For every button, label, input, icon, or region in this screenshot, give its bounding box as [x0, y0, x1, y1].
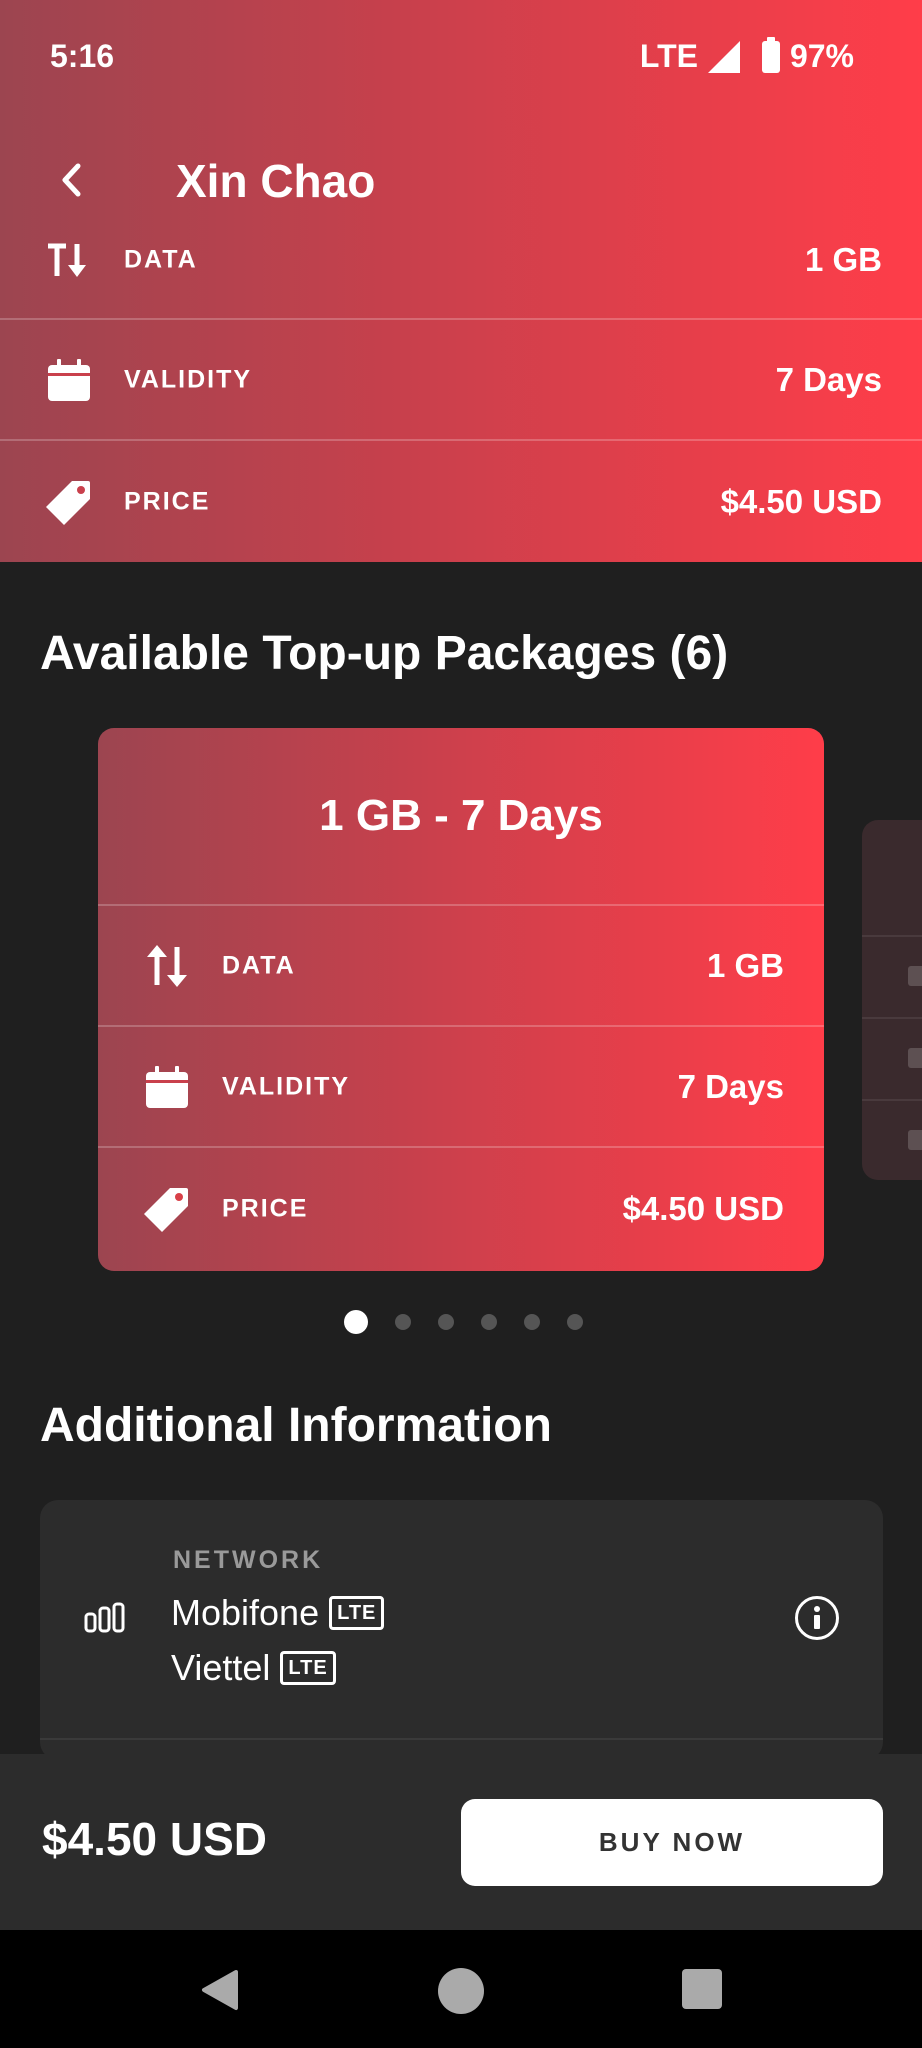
carousel-dot[interactable]	[566, 1314, 583, 1330]
status-time: 5:16	[50, 38, 115, 74]
divider	[40, 1738, 883, 1740]
network-info-card: NETWORK Mobifone LTE Viettel LTE	[40, 1500, 883, 1760]
signal-icon	[707, 40, 740, 73]
info-icon	[814, 1606, 820, 1629]
system-nav-bar	[0, 1930, 922, 2048]
summary-label-data: DATA	[124, 245, 198, 274]
summary-label-price: PRICE	[124, 487, 211, 515]
summary-row-data: DATA 1 GB	[0, 198, 922, 320]
package-row-price: PRICE $4.50 USD	[98, 1148, 824, 1269]
next-package-card[interactable]	[862, 820, 922, 1180]
lte-badge: LTE	[329, 1596, 385, 1630]
package-label-price: PRICE	[222, 1194, 309, 1222]
price-tag-icon	[44, 477, 94, 527]
checkout-bar: $4.50 USD BUY NOW	[0, 1754, 922, 1930]
price-tag-icon	[142, 1184, 192, 1234]
data-transfer-icon	[142, 941, 192, 991]
network-label: NETWORK	[173, 1546, 324, 1574]
lte-badge: LTE	[280, 1651, 336, 1685]
carousel-dot[interactable]	[480, 1314, 497, 1330]
status-indicators: LTE 97%	[639, 36, 854, 75]
carousel-dot[interactable]	[394, 1314, 411, 1330]
carousel-dot[interactable]	[343, 1310, 368, 1334]
summary-row-validity: VALIDITY 7 Days	[0, 320, 922, 441]
carousel-pagination	[0, 1310, 922, 1334]
plan-header: 5:16 LTE 97% Xin Chao DATA 1 GB VALIDITY…	[0, 0, 922, 562]
package-row-data: DATA 1 GB	[98, 906, 824, 1027]
network-type: LTE	[639, 38, 698, 74]
buy-now-button[interactable]: BUY NOW	[461, 1799, 883, 1886]
carousel-dot[interactable]	[437, 1314, 454, 1330]
nav-back-icon[interactable]	[200, 1968, 240, 2012]
network-info-button[interactable]	[795, 1596, 839, 1640]
calendar-icon	[44, 355, 94, 405]
package-title: 1 GB - 7 Days	[98, 728, 824, 906]
network-operator: Mobifone LTE	[171, 1592, 385, 1634]
packages-heading: Available Top-up Packages (6)	[40, 627, 729, 680]
additional-info-heading: Additional Information	[40, 1399, 552, 1452]
network-bars-icon	[84, 1602, 125, 1633]
package-value-data: 1 GB	[706, 946, 784, 984]
carousel-dot[interactable]	[523, 1314, 540, 1330]
package-value-validity: 7 Days	[677, 1067, 784, 1105]
network-operator: Viettel LTE	[171, 1647, 336, 1689]
battery-level: 97%	[789, 38, 854, 74]
calendar-icon	[142, 1062, 192, 1112]
summary-row-price: PRICE $4.50 USD	[0, 441, 922, 562]
package-card[interactable]: 1 GB - 7 Days DATA 1 GB VALIDITY 7 Days	[98, 728, 824, 1271]
data-transfer-icon	[44, 235, 94, 285]
nav-recents-icon[interactable]	[682, 1969, 722, 2009]
summary-value-data: 1 GB	[804, 241, 882, 278]
chevron-left-icon	[62, 163, 81, 197]
package-label-validity: VALIDITY	[222, 1072, 351, 1100]
summary-label-validity: VALIDITY	[124, 365, 253, 393]
summary-value-validity: 7 Days	[775, 360, 882, 398]
package-label-data: DATA	[222, 951, 296, 979]
package-row-validity: VALIDITY 7 Days	[98, 1027, 824, 1148]
battery-icon	[761, 36, 780, 73]
operator-name: Viettel	[171, 1647, 271, 1688]
status-bar: 5:16 LTE 97%	[0, 0, 922, 112]
operator-name: Mobifone	[171, 1592, 320, 1633]
total-price: $4.50 USD	[42, 1813, 268, 1865]
package-value-price: $4.50 USD	[622, 1189, 784, 1227]
nav-home-icon[interactable]	[438, 1968, 484, 2014]
summary-value-price: $4.50 USD	[720, 482, 882, 520]
